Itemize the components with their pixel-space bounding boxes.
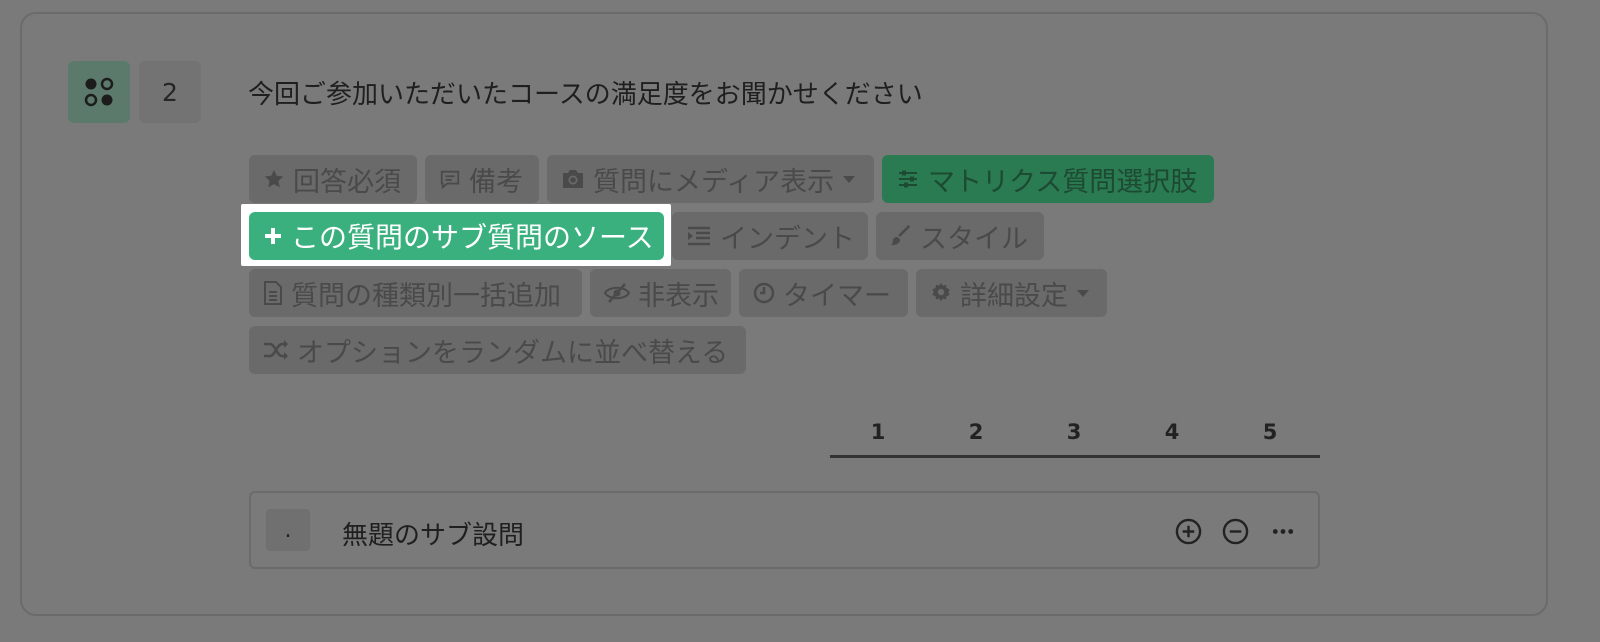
hide-label: 非表示 <box>638 280 719 312</box>
style-label: スタイル <box>920 223 1028 255</box>
scale-header-5: 5 <box>1262 420 1278 444</box>
sub-question-source-label: この質問のサブ質問のソース <box>291 221 654 254</box>
camera-icon <box>561 168 585 190</box>
indent-icon <box>686 225 712 247</box>
scale-header-3: 3 <box>1066 420 1082 444</box>
scale-header-4: 4 <box>1164 420 1180 444</box>
indent-label: インデント <box>720 223 855 255</box>
timer-label: タイマー <box>783 280 891 312</box>
gear-icon <box>930 282 952 304</box>
indent-button[interactable]: インデント <box>672 212 868 260</box>
required-button[interactable]: 回答必須 <box>249 155 417 203</box>
advanced-settings-dropdown[interactable]: 詳細設定 <box>916 269 1107 317</box>
chevron-down-icon <box>1077 289 1089 297</box>
more-options-icon[interactable] <box>1270 518 1296 549</box>
chevron-down-icon <box>843 175 856 183</box>
randomize-options-button[interactable]: オプションをランダムに並べ替える <box>249 326 746 374</box>
sub-question-marker: . <box>266 509 310 551</box>
style-button[interactable]: スタイル <box>876 212 1044 260</box>
note-button[interactable]: 備考 <box>425 155 539 203</box>
document-icon <box>263 281 283 305</box>
advanced-settings-label: 詳細設定 <box>960 280 1068 312</box>
matrix-options-label: マトリクス質問選択肢 <box>928 166 1198 198</box>
media-dropdown[interactable]: 質問にメディア表示 <box>547 155 874 203</box>
bulk-add-button[interactable]: 質問の種類別一括追加 <box>249 269 582 317</box>
remove-circle-icon[interactable] <box>1222 518 1249 549</box>
hide-button[interactable]: 非表示 <box>590 269 731 317</box>
sub-question-source-button[interactable]: この質問のサブ質問のソース <box>249 212 664 260</box>
star-icon <box>263 168 285 190</box>
question-number: 2 <box>139 61 201 123</box>
bulk-add-label: 質問の種類別一括追加 <box>291 280 561 312</box>
add-circle-icon[interactable] <box>1175 518 1202 549</box>
scale-header-1: 1 <box>870 420 886 444</box>
paintbrush-icon <box>890 225 912 247</box>
scale-header-2: 2 <box>968 420 984 444</box>
matrix-options-button[interactable]: マトリクス質問選択肢 <box>882 155 1214 203</box>
sub-question-title[interactable]: 無題のサブ設問 <box>342 515 524 552</box>
required-label: 回答必須 <box>293 166 401 198</box>
plus-icon <box>263 226 283 246</box>
drag-handle-icon <box>84 77 114 107</box>
question-title[interactable]: 今回ご参加いただいたコースの満足度をお聞かせください <box>248 74 923 111</box>
sliders-icon <box>896 168 920 190</box>
note-label: 備考 <box>469 166 523 198</box>
drag-handle[interactable] <box>68 61 130 123</box>
timer-button[interactable]: タイマー <box>739 269 908 317</box>
comment-icon <box>439 168 461 190</box>
clock-icon <box>753 282 775 304</box>
eye-slash-icon <box>604 282 630 304</box>
media-label: 質問にメディア表示 <box>593 166 835 198</box>
scale-divider <box>830 455 1320 458</box>
randomize-options-label: オプションをランダムに並べ替える <box>297 337 729 369</box>
shuffle-icon <box>263 339 289 361</box>
